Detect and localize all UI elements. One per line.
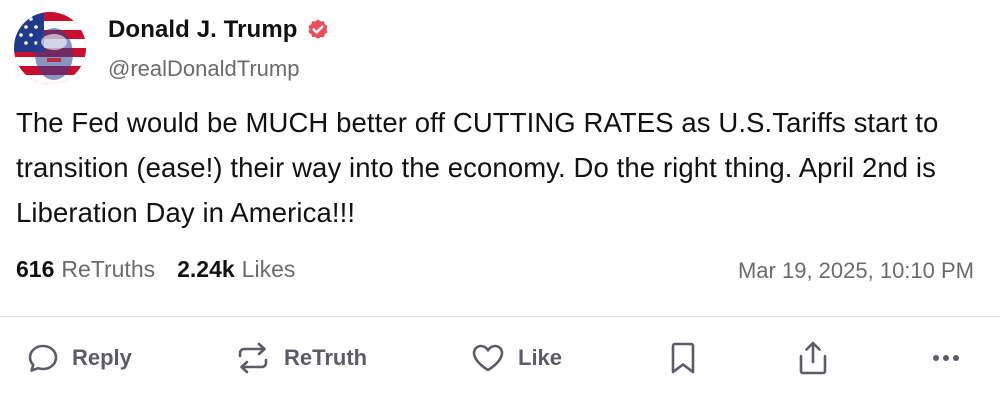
heart-icon (470, 341, 506, 375)
avatar[interactable] (14, 12, 86, 84)
share-button[interactable] (796, 338, 830, 378)
like-label: Like (518, 345, 563, 370)
bookmark-button[interactable] (668, 338, 698, 378)
author-display-name[interactable]: Donald J. Trump (108, 16, 298, 44)
author-handle[interactable]: @realDonaldTrump (108, 56, 299, 82)
verified-badge-icon (306, 18, 330, 42)
divider (0, 316, 1000, 317)
post-stats: 616 ReTruths 2.24k Likes (16, 256, 295, 283)
retruth-arrows-icon (234, 341, 272, 375)
ellipsis-icon (928, 340, 964, 376)
likes-stat[interactable]: 2.24k Likes (177, 256, 295, 283)
reply-button[interactable]: Reply (26, 338, 132, 378)
speech-bubble-icon (26, 341, 60, 375)
retruths-stat[interactable]: 616 ReTruths (16, 256, 155, 283)
like-button[interactable]: Like (470, 338, 562, 378)
bookmark-icon (668, 340, 698, 376)
retruths-count: 616 (16, 256, 55, 282)
retruth-button[interactable]: ReTruth (234, 338, 367, 378)
post-card: Donald J. Trump @realDonaldTrump The Fed… (0, 0, 1000, 417)
retruths-label: ReTruths (61, 256, 156, 282)
post-text: The Fed would be MUCH better off CUTTING… (16, 107, 939, 228)
post-timestamp[interactable]: Mar 19, 2025, 10:10 PM (738, 258, 974, 284)
author-row: Donald J. Trump (108, 16, 330, 44)
more-options-button[interactable] (928, 338, 964, 378)
likes-count: 2.24k (177, 256, 235, 282)
avatar-image (14, 12, 86, 84)
likes-label: Likes (241, 256, 296, 282)
retruth-label: ReTruth (284, 345, 368, 370)
share-upload-icon (796, 340, 830, 376)
reply-label: Reply (72, 345, 132, 370)
